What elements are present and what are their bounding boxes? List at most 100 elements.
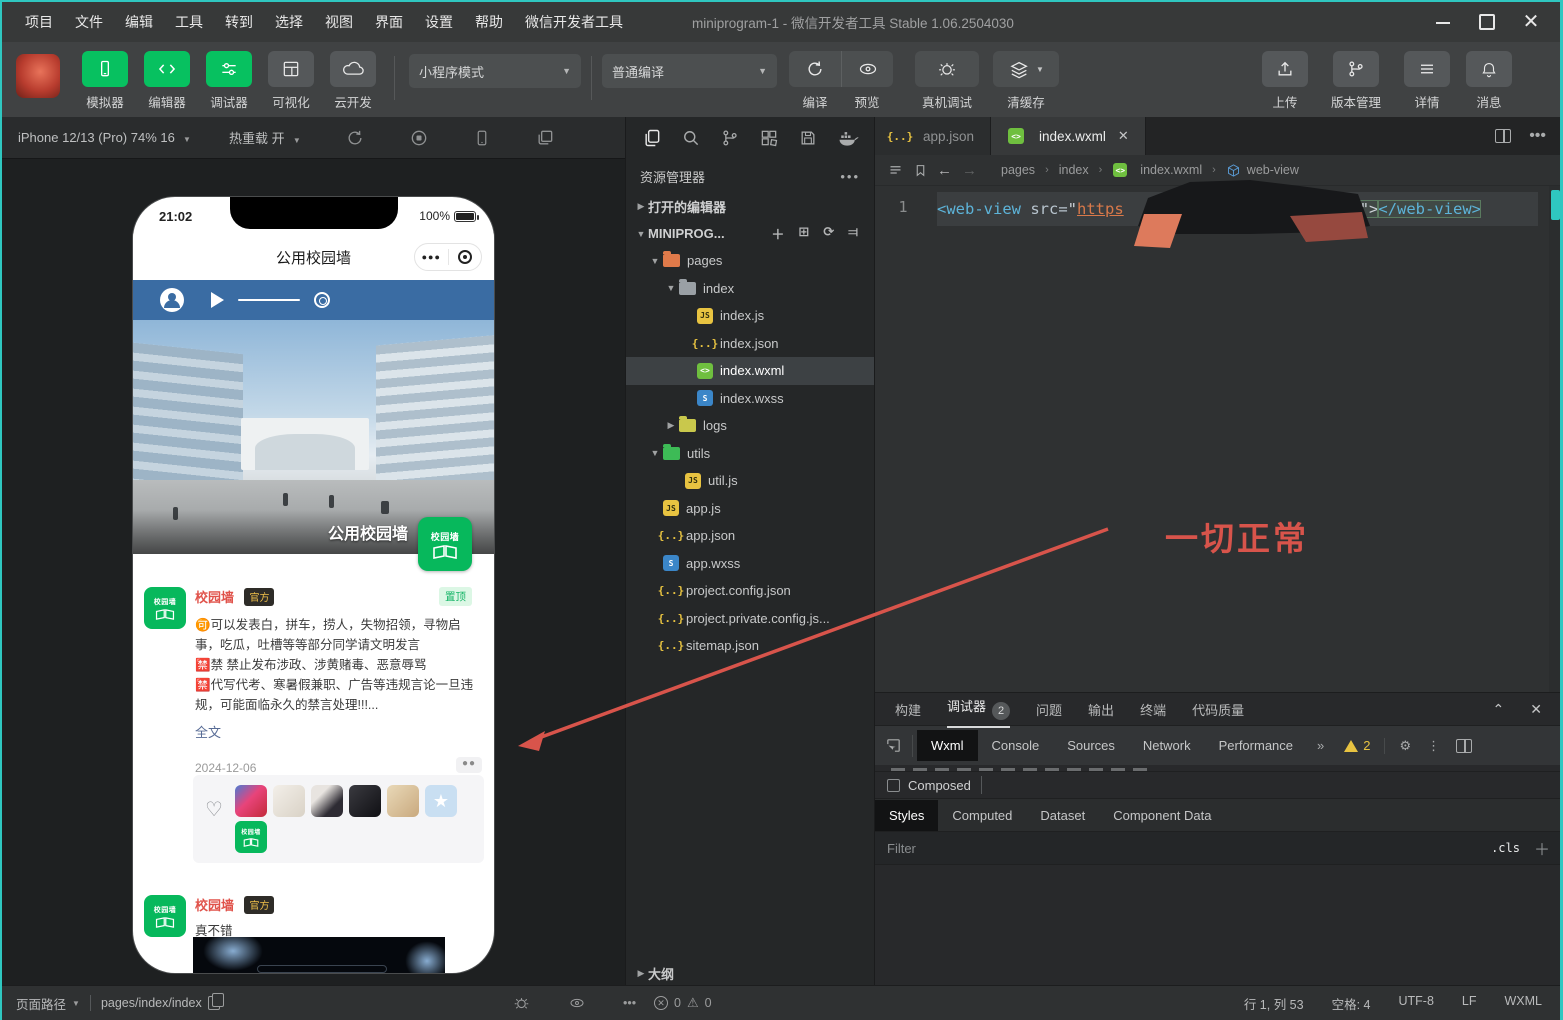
more-tabs-icon[interactable]: » [1307,738,1334,753]
tab-terminal[interactable]: 终端 [1140,694,1166,725]
tab-component-data[interactable]: Component Data [1099,800,1225,831]
tab-build[interactable]: 构建 [895,694,921,725]
files-icon[interactable] [642,128,662,148]
save-icon[interactable] [798,128,818,148]
back-icon[interactable]: ← [937,162,952,179]
indent-setting[interactable]: 空格: 4 [1332,994,1371,1013]
collapse-all-icon[interactable]: ⫤ [848,224,858,243]
tree-item-index-wxml[interactable]: <> index.wxml [626,357,874,385]
devtools-tab-wxml[interactable]: Wxml [917,730,978,761]
menu-project[interactable]: 项目 [16,8,62,36]
tree-item-project-private-config[interactable]: {..} project.private.config.js... [626,605,874,633]
tree-item-app-js[interactable]: JS app.js [626,495,874,523]
close-tab-icon[interactable]: ✕ [1118,128,1129,144]
clear-cache-button[interactable]: ▼ [993,51,1059,87]
hot-reload-toggle[interactable]: 热重载 开 ▼ [229,128,301,147]
liker-avatar[interactable]: 校园墙 [235,821,267,853]
liker-avatar-star[interactable]: ★ [425,785,457,817]
tab-index-wxml[interactable]: <> index.wxml ✕ [991,117,1146,155]
more-icon[interactable]: ●●● [415,252,448,262]
device-frame-icon[interactable] [473,128,491,148]
menu-edit[interactable]: 编辑 [116,8,162,36]
minimize-button[interactable] [1434,13,1452,31]
post-avatar[interactable]: 校园墙 [144,587,186,629]
docker-whale-icon[interactable] [837,128,859,148]
outline-list-icon[interactable] [887,163,904,178]
user-icon[interactable] [159,287,185,313]
tree-item-index-json[interactable]: {..} index.json [626,330,874,358]
eol-setting[interactable]: LF [1462,994,1477,1013]
editor-toggle-button[interactable]: 编辑器 [136,51,198,111]
play-icon[interactable] [211,292,224,308]
breadcrumb-index[interactable]: index [1059,163,1089,177]
devtools-tab-performance[interactable]: Performance [1205,730,1307,761]
menu-settings[interactable]: 设置 [416,8,462,36]
debugger-toggle-button[interactable]: 调试器 [198,51,260,111]
eye-icon[interactable] [567,995,587,1011]
tab-output[interactable]: 输出 [1088,694,1114,725]
menu-help[interactable]: 帮助 [466,8,512,36]
upload-button[interactable]: 上传 [1254,51,1316,111]
dock-side-icon[interactable] [1456,738,1473,753]
preview-button[interactable] [841,51,893,87]
breadcrumb-node[interactable]: web-view [1247,163,1299,177]
tab-app-json[interactable]: {..} app.json [875,117,992,155]
user-avatar[interactable] [16,54,60,98]
post-avatar[interactable]: 校园墙 [144,895,186,937]
search-icon[interactable] [681,128,701,148]
bookmark-icon[interactable] [914,163,927,178]
page-path-value[interactable]: pages/index/index [101,996,202,1010]
composed-checkbox[interactable] [887,778,900,792]
tree-item-utils[interactable]: ▼ utils [626,440,874,468]
code-editor[interactable]: 1 <web-view src= " https dh/"> </web-view> [875,186,1560,692]
add-style-icon[interactable]: ＋ [1534,836,1550,860]
target-icon[interactable] [314,292,330,308]
tree-item-pages[interactable]: ▼ pages [626,247,874,275]
page-path-selector[interactable]: 页面路径 ▼ [16,994,80,1013]
maximize-button[interactable] [1478,13,1496,31]
tab-code-quality[interactable]: 代码质量 [1192,694,1244,725]
new-file-icon[interactable]: ＋ [771,224,784,243]
collapse-panel-icon[interactable]: ⌃ [1493,701,1505,718]
tab-computed[interactable]: Computed [938,800,1026,831]
tree-item-sitemap[interactable]: {..} sitemap.json [626,632,874,660]
menu-select[interactable]: 选择 [266,8,312,36]
liker-avatar[interactable] [387,785,419,817]
tree-item-project-config[interactable]: {..} project.config.json [626,577,874,605]
tree-item-app-wxss[interactable]: Sapp.wxss [626,550,874,578]
post-image[interactable] [193,937,445,973]
more-actions-icon[interactable]: ••• [840,169,860,184]
close-button[interactable]: ✕ [1522,12,1540,32]
heart-icon[interactable]: ♡ [205,797,223,822]
tab-debugger[interactable]: 调试器 2 [947,690,1011,728]
tree-item-app-json[interactable]: {..} app.json [626,522,874,550]
liker-avatar[interactable] [235,785,267,817]
language-mode[interactable]: WXML [1505,994,1543,1013]
compile-button[interactable] [789,51,841,87]
open-editors-section[interactable]: ▶ 打开的编辑器 [626,193,874,220]
more-actions-icon[interactable]: ••• [1529,127,1546,145]
cloud-dev-button[interactable]: 云开发 [322,51,384,111]
cursor-position[interactable]: 行 1, 列 53 [1244,994,1304,1013]
refresh-icon[interactable]: ⟳ [823,224,834,243]
bug-icon[interactable] [512,994,531,1012]
new-folder-icon[interactable]: ⊞ [798,224,809,243]
breadcrumb-pages[interactable]: pages [1001,163,1035,177]
scrollbar-thumb[interactable] [1551,190,1560,220]
messages-button[interactable]: 消息 [1458,51,1520,111]
capsule-menu[interactable]: ●●● [414,243,482,271]
mode-select[interactable]: 小程序模式 ▼ [409,54,581,88]
outline-section[interactable]: ▶ 大纲 [626,961,874,985]
git-branch-icon[interactable] [720,128,740,148]
device-selector[interactable]: iPhone 12/13 (Pro) 74% 16 ▼ [18,130,191,145]
record-icon[interactable] [409,128,429,148]
compile-mode-select[interactable]: 普通编译 ▼ [602,54,777,88]
phone-simulator[interactable]: 21:02 100% 公用校园墙 ●●● 公用校园墙 校园墙 校园墙 校园墙 官… [133,197,494,973]
gear-icon[interactable]: ⚙ [1399,738,1411,754]
devtools-tab-console[interactable]: Console [978,730,1054,761]
encoding[interactable]: UTF-8 [1398,994,1433,1013]
menu-wechat-devtools[interactable]: 微信开发者工具 [516,8,632,36]
post-more-button[interactable]: ●● [456,757,482,773]
refresh-simulator-icon[interactable] [345,128,365,148]
post-author[interactable]: 校园墙 [195,898,234,913]
